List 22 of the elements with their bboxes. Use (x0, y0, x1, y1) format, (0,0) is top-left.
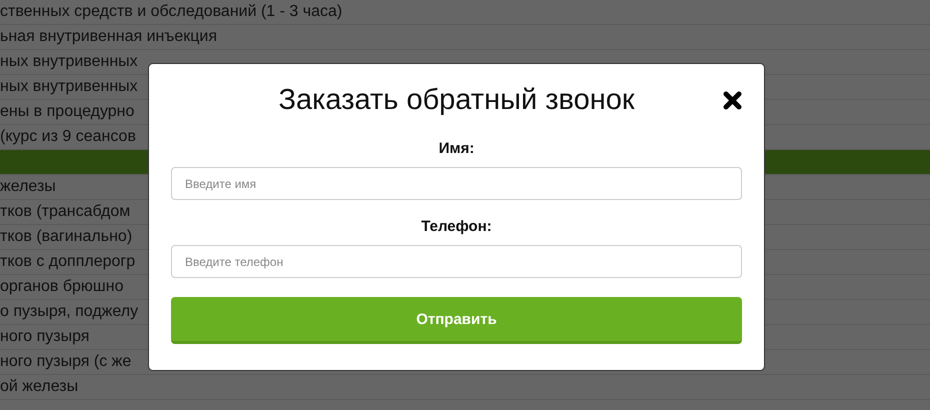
dialog-title: Заказать обратный звонок (278, 84, 635, 116)
row-text: ены в процедурно (0, 103, 134, 121)
row-text: тков (вагинально) (0, 228, 132, 246)
row-text: железы (0, 178, 56, 196)
submit-button[interactable]: Отправить (171, 297, 742, 344)
row-text: ных внутривенных (0, 53, 138, 71)
field-label: Телефон: (421, 218, 492, 235)
close-icon[interactable] (723, 91, 742, 110)
input-field[interactable]: Введите имя (171, 167, 742, 200)
row-text: (курс из 9 сеансов (0, 128, 136, 146)
row-text: ного пузыря (с же (0, 353, 132, 371)
row-text: ных внутривенных (0, 78, 138, 96)
row-text: ственных средств и обследований (1 - 3 часа) (0, 3, 342, 21)
field-label: Имя: (438, 140, 474, 157)
input-field[interactable]: Введите телефон (171, 245, 742, 278)
row-text: ного пузыря (0, 328, 90, 346)
row-text: тков (трансабдом (0, 203, 130, 221)
row-text: ой железы (0, 378, 78, 396)
row-text: тков с допплерогр (0, 253, 136, 271)
row-text: ьная внутривенная инъекция (0, 28, 218, 46)
row-text: о пузыря, поджелу (0, 303, 138, 321)
row-text: органов брюшно (0, 278, 124, 296)
